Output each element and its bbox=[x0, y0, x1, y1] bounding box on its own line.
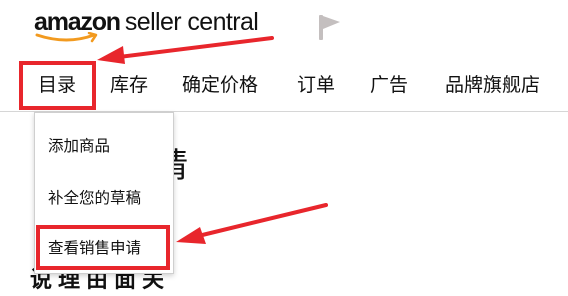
arrow-to-catalog bbox=[97, 36, 274, 64]
annotation-arrows bbox=[97, 36, 328, 244]
arrow-to-view-applications bbox=[176, 203, 328, 244]
